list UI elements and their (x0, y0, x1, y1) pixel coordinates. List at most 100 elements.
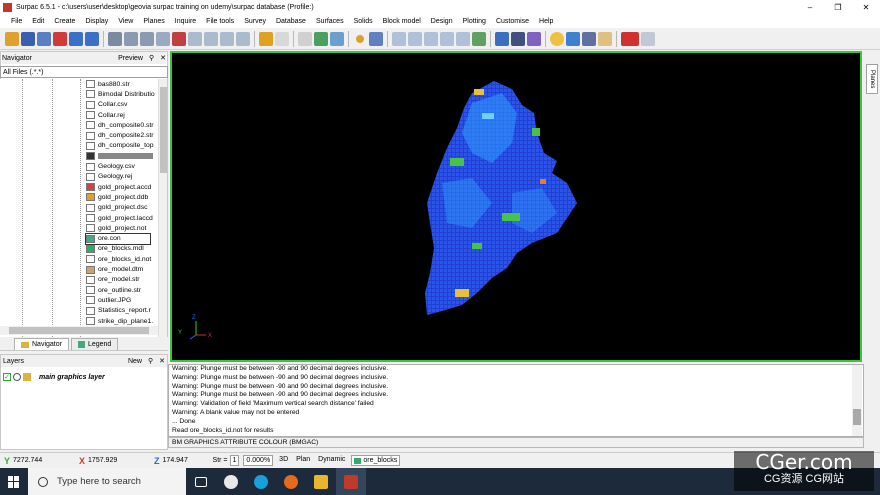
surpac-active-icon[interactable] (336, 468, 366, 495)
undo-icon[interactable] (69, 31, 83, 46)
menu-edit[interactable]: Edit (27, 18, 49, 25)
continue-segment-icon[interactable] (408, 31, 422, 46)
file-item[interactable]: outlier.JPG (86, 295, 131, 305)
file-item-selected[interactable]: ore.con (85, 232, 151, 245)
menu-block-model[interactable]: Block model (378, 18, 426, 25)
validate-icon[interactable] (472, 31, 486, 46)
pan-icon[interactable] (172, 31, 186, 46)
minimize-button[interactable]: – (796, 0, 824, 14)
close-button[interactable]: ✕ (852, 0, 880, 14)
record-icon[interactable] (621, 31, 639, 46)
menu-surfaces[interactable]: Surfaces (311, 18, 349, 25)
pin-icon[interactable]: ⚲ (148, 357, 153, 365)
select-point-icon[interactable] (298, 31, 312, 46)
edge-icon[interactable] (246, 468, 276, 495)
clip-segment-icon[interactable] (456, 31, 470, 46)
digitise-icon[interactable] (369, 31, 383, 46)
export-icon[interactable] (641, 31, 655, 46)
file-item[interactable]: dh_composite_top (86, 141, 154, 151)
file-item[interactable]: strike_dip_plane1. (86, 316, 153, 326)
zoom-out-icon[interactable] (140, 31, 154, 46)
mode-3d-button[interactable]: 3D (277, 455, 290, 466)
redo-icon[interactable] (85, 31, 99, 46)
file-item[interactable]: gold_project.dsc (86, 203, 148, 213)
view-plan-icon[interactable] (188, 31, 202, 46)
firefox-icon[interactable] (276, 468, 306, 495)
shade-icon[interactable] (566, 31, 580, 46)
close-panel-icon[interactable]: ✕ (159, 357, 165, 365)
menu-inquire[interactable]: Inquire (170, 18, 201, 25)
zoom-in-icon[interactable] (124, 31, 138, 46)
menu-view[interactable]: View (113, 18, 138, 25)
view-oblique-icon[interactable] (236, 31, 250, 46)
texture-icon[interactable] (598, 31, 612, 46)
file-item[interactable]: Statistics_report.r (86, 306, 151, 316)
file-item[interactable]: Bimodal Distributio (86, 89, 155, 99)
scrollbar-thumb[interactable] (160, 87, 167, 173)
menu-solids[interactable]: Solids (349, 18, 378, 25)
rotate-icon[interactable] (259, 31, 273, 46)
view-long-icon[interactable] (220, 31, 234, 46)
file-item[interactable]: gold_project.ddb (86, 192, 148, 202)
view-section-icon[interactable] (204, 31, 218, 46)
draw-pen-icon[interactable] (527, 31, 541, 46)
layer-row[interactable]: ✓ main graphics layer (1, 371, 167, 383)
preview-button[interactable]: Preview (118, 55, 143, 62)
file-item[interactable]: gold_project.laccd (86, 213, 153, 223)
tab-legend[interactable]: Legend (70, 338, 119, 350)
surpac-taskbar-icon[interactable] (216, 468, 246, 495)
layer-visible-checkbox[interactable]: ✓ (3, 373, 11, 381)
navigator-horizontal-scrollbar[interactable] (0, 326, 158, 335)
file-item[interactable]: dh_composite2.str (86, 131, 154, 141)
start-button[interactable] (0, 468, 28, 495)
menu-help[interactable]: Help (534, 18, 558, 25)
reset-graphics-icon[interactable] (53, 31, 67, 46)
log-scrollbar[interactable] (852, 365, 862, 436)
file-item[interactable]: Collar.csv (86, 100, 127, 110)
save-as-icon[interactable] (37, 31, 51, 46)
file-item[interactable]: Geology.rej (86, 172, 132, 182)
menu-planes[interactable]: Planes (138, 18, 169, 25)
menu-file[interactable]: File (6, 18, 27, 25)
new-segment-icon[interactable] (392, 31, 406, 46)
file-item[interactable]: Geology.csv (86, 161, 135, 171)
menu-create[interactable]: Create (49, 18, 80, 25)
file-item[interactable]: ore_model.str (86, 275, 140, 285)
file-item[interactable]: ore_blocks_id.not (86, 254, 151, 264)
menu-customise[interactable]: Customise (491, 18, 534, 25)
file-item-redacted[interactable] (86, 151, 153, 161)
delete-segment-icon[interactable] (424, 31, 438, 46)
string-number-field[interactable]: 1 (229, 455, 240, 466)
task-view-icon[interactable] (186, 468, 216, 495)
menu-design[interactable]: Design (426, 18, 458, 25)
file-filter-select[interactable]: All Files (.*.*) (0, 66, 168, 78)
pin-icon[interactable]: ⚲ (149, 54, 154, 62)
menu-file-tools[interactable]: File tools (201, 18, 239, 25)
properties-icon[interactable] (314, 31, 328, 46)
graphics-viewport[interactable]: Y X Z (170, 51, 862, 362)
file-item[interactable]: bas880.str (86, 79, 130, 89)
select-pointer-icon[interactable] (275, 31, 289, 46)
new-layer-button[interactable]: New (128, 358, 142, 365)
new-point-icon[interactable] (356, 34, 364, 43)
scrollbar-thumb[interactable] (853, 409, 861, 425)
mesh-icon[interactable] (582, 31, 596, 46)
file-item[interactable]: ore_blocks.mdl (86, 244, 144, 254)
planes-tab[interactable]: Planes (866, 64, 878, 94)
scrollbar-thumb[interactable] (9, 327, 149, 334)
menu-database[interactable]: Database (271, 18, 311, 25)
eye-icon[interactable] (13, 373, 21, 381)
navigator-vertical-scrollbar[interactable] (158, 79, 167, 337)
command-line[interactable]: BM GRAPHICS ATTRIBUTE COLOUR (BMGAC) (168, 437, 864, 448)
dynamic-button[interactable]: Dynamic (316, 455, 347, 466)
file-item[interactable]: gold_project.accd (86, 182, 151, 192)
tab-navigator[interactable]: Navigator (14, 338, 69, 350)
menu-plotting[interactable]: Plotting (458, 18, 491, 25)
file-item[interactable]: dh_composite0.str (86, 120, 154, 130)
menu-survey[interactable]: Survey (239, 18, 271, 25)
plan-view-button[interactable]: Plan (294, 455, 312, 466)
edit-icon[interactable] (330, 31, 344, 46)
file-explorer-icon[interactable] (306, 468, 336, 495)
display-icon[interactable] (495, 31, 509, 46)
active-layer-field[interactable]: ore_blocks (351, 455, 401, 466)
